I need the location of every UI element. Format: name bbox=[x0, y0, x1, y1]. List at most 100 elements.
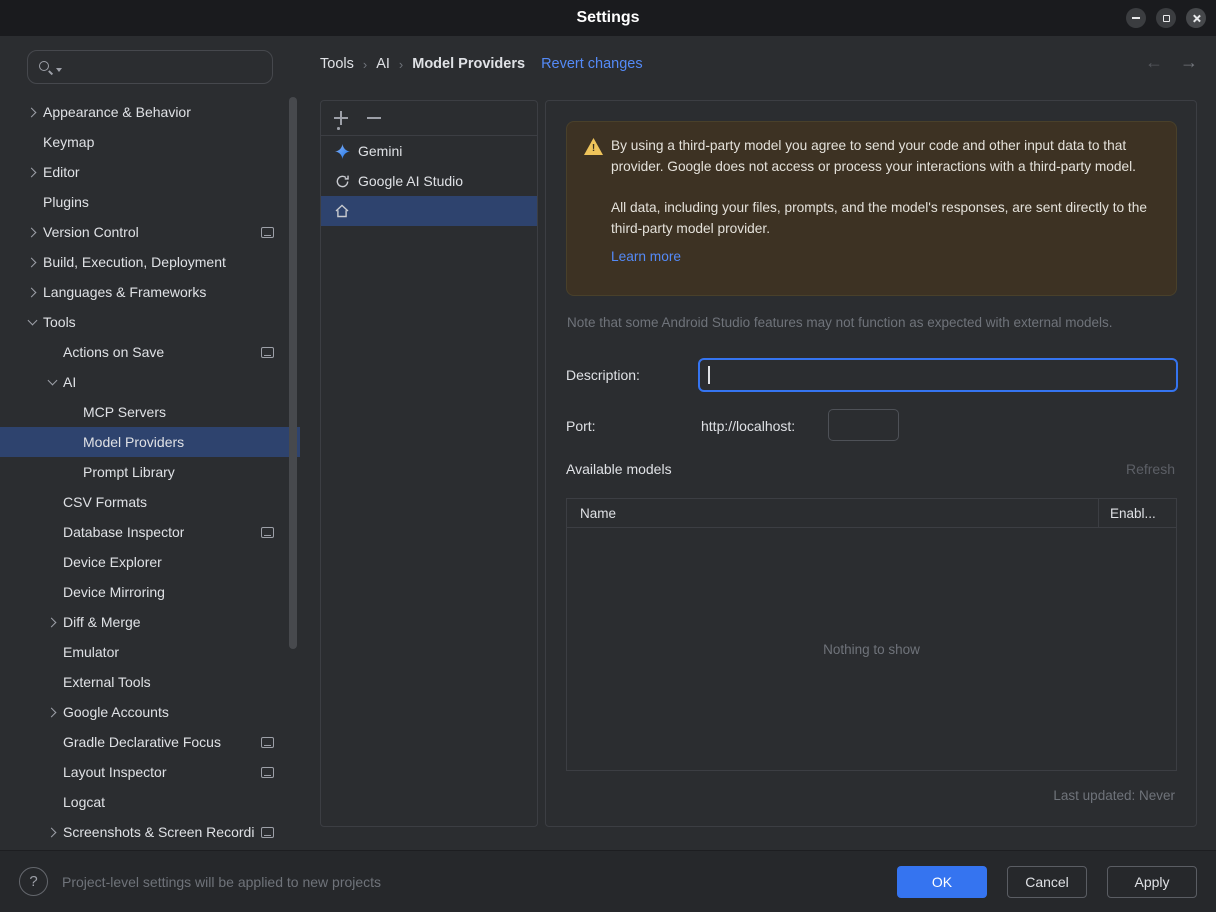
sidebar-item-mcp-servers[interactable]: MCP Servers bbox=[0, 397, 300, 427]
sidebar-item-version-control[interactable]: Version Control bbox=[0, 217, 300, 247]
ok-button[interactable]: OK bbox=[897, 866, 987, 898]
sidebar-item-build-execution-deployment[interactable]: Build, Execution, Deployment bbox=[0, 247, 300, 277]
warning-paragraph-2: All data, including your files, prompts,… bbox=[611, 200, 1147, 236]
port-input[interactable] bbox=[828, 409, 899, 441]
provider-item-new[interactable] bbox=[321, 196, 537, 226]
port-label: Port: bbox=[566, 418, 596, 434]
chevron-down-icon[interactable] bbox=[27, 315, 38, 326]
cancel-button[interactable]: Cancel bbox=[1007, 866, 1087, 898]
chevron-down-icon[interactable] bbox=[47, 375, 58, 386]
available-models-label: Available models bbox=[566, 461, 672, 477]
search-input[interactable] bbox=[65, 51, 272, 83]
maximize-button[interactable] bbox=[1156, 8, 1176, 28]
sidebar-item-device-explorer[interactable]: Device Explorer bbox=[0, 547, 300, 577]
breadcrumb-item-ai[interactable]: AI bbox=[376, 56, 390, 72]
remove-provider-button[interactable] bbox=[367, 111, 382, 126]
google-ai-studio-icon bbox=[334, 173, 350, 189]
minimize-button[interactable] bbox=[1126, 8, 1146, 28]
chevron-slot bbox=[42, 827, 63, 837]
column-header-name[interactable]: Name bbox=[567, 499, 1098, 527]
sidebar-item-label: AI bbox=[63, 374, 77, 390]
refresh-button[interactable]: Refresh bbox=[1126, 461, 1175, 477]
sidebar-item-screenshots-screen-recordi[interactable]: Screenshots & Screen Recordi bbox=[0, 817, 300, 847]
column-header-enabl[interactable]: Enabl... bbox=[1098, 499, 1176, 527]
sidebar-scrollbar[interactable] bbox=[289, 97, 297, 649]
last-updated-text: Last updated: Never bbox=[1053, 788, 1175, 803]
provider-item-google-ai-studio[interactable]: Google AI Studio bbox=[321, 166, 537, 196]
sidebar-item-model-providers[interactable]: Model Providers bbox=[0, 427, 300, 457]
chevron-right-icon[interactable] bbox=[46, 707, 57, 717]
chevron-right-icon[interactable] bbox=[26, 287, 37, 297]
sidebar-item-label: Tools bbox=[43, 314, 76, 330]
sidebar-item-label: Gradle Declarative Focus bbox=[63, 734, 221, 750]
maximize-icon bbox=[1162, 14, 1170, 22]
description-input[interactable] bbox=[698, 358, 1178, 392]
sidebar-item-google-accounts[interactable]: Google Accounts bbox=[0, 697, 300, 727]
sidebar-item-prompt-library[interactable]: Prompt Library bbox=[0, 457, 300, 487]
provider-item-gemini[interactable]: Gemini bbox=[321, 136, 537, 166]
sidebar-item-layout-inspector[interactable]: Layout Inspector bbox=[0, 757, 300, 787]
screen-settings-badge-icon bbox=[261, 827, 274, 838]
sidebar-item-emulator[interactable]: Emulator bbox=[0, 637, 300, 667]
sidebar-item-languages-frameworks[interactable]: Languages & Frameworks bbox=[0, 277, 300, 307]
sidebar-item-label: CSV Formats bbox=[63, 494, 148, 510]
settings-sidebar: Appearance & Behavior Keymap Editor Plugins… bbox=[0, 36, 308, 850]
sidebar-item-external-tools[interactable]: External Tools bbox=[0, 667, 300, 697]
help-button[interactable]: ? bbox=[19, 867, 48, 896]
revert-changes-link[interactable]: Revert changes bbox=[541, 56, 643, 72]
external-models-note: Note that some Android Studio features m… bbox=[567, 315, 1113, 330]
forward-arrow-icon[interactable]: → bbox=[1180, 52, 1198, 73]
sidebar-item-csv-formats[interactable]: CSV Formats bbox=[0, 487, 300, 517]
chevron-right-icon[interactable] bbox=[26, 167, 37, 177]
minimize-icon bbox=[1132, 17, 1140, 19]
sidebar-item-label: Keymap bbox=[43, 134, 95, 150]
history-nav: ← → bbox=[1145, 52, 1198, 73]
add-provider-button[interactable] bbox=[334, 110, 349, 130]
chevron-right-icon[interactable] bbox=[26, 107, 37, 117]
back-arrow-icon[interactable]: ← bbox=[1145, 52, 1163, 73]
sidebar-item-device-mirroring[interactable]: Device Mirroring bbox=[0, 577, 300, 607]
chevron-right-icon[interactable] bbox=[46, 617, 57, 627]
sidebar-item-gradle-declarative-focus[interactable]: Gradle Declarative Focus bbox=[0, 727, 300, 757]
sidebar-item-label: Device Mirroring bbox=[63, 584, 165, 600]
breadcrumb-item-tools[interactable]: Tools bbox=[320, 56, 354, 72]
models-table-body: Nothing to show bbox=[567, 528, 1176, 770]
search-box[interactable] bbox=[27, 50, 273, 84]
sidebar-item-label: Prompt Library bbox=[83, 464, 175, 480]
search-options-caret-icon[interactable] bbox=[56, 68, 62, 72]
apply-button[interactable]: Apply bbox=[1107, 866, 1197, 898]
sidebar-item-tools[interactable]: Tools bbox=[0, 307, 300, 337]
sidebar-item-keymap[interactable]: Keymap bbox=[0, 127, 300, 157]
chevron-slot bbox=[22, 287, 43, 297]
chevron-right-icon[interactable] bbox=[26, 257, 37, 267]
sidebar-item-ai[interactable]: AI bbox=[0, 367, 300, 397]
screen-settings-badge-icon bbox=[261, 227, 274, 238]
model-provider-form: ! By using a third-party model you agree… bbox=[545, 100, 1197, 827]
sidebar-item-logcat[interactable]: Logcat bbox=[0, 787, 300, 817]
settings-window: Settings Appearance & Behavior Keymap Edit… bbox=[0, 0, 1216, 912]
sidebar-item-label: Editor bbox=[43, 164, 80, 180]
sidebar-item-plugins[interactable]: Plugins bbox=[0, 187, 300, 217]
question-mark-icon: ? bbox=[29, 873, 38, 890]
chevron-slot bbox=[22, 315, 43, 326]
screen-settings-badge-icon bbox=[261, 527, 274, 538]
provider-list: Gemini Google AI Studio bbox=[321, 136, 537, 226]
sidebar-item-diff-merge[interactable]: Diff & Merge bbox=[0, 607, 300, 637]
text-caret bbox=[708, 366, 710, 384]
sidebar-item-label: Version Control bbox=[43, 224, 139, 240]
chevron-right-icon[interactable] bbox=[26, 227, 37, 237]
screen-settings-badge-icon bbox=[261, 767, 274, 778]
sidebar-item-actions-on-save[interactable]: Actions on Save bbox=[0, 337, 300, 367]
sidebar-item-label: Build, Execution, Deployment bbox=[43, 254, 226, 270]
sidebar-item-label: Database Inspector bbox=[63, 524, 185, 540]
sidebar-item-label: Actions on Save bbox=[63, 344, 165, 360]
sidebar-item-database-inspector[interactable]: Database Inspector bbox=[0, 517, 300, 547]
sidebar-item-appearance-behavior[interactable]: Appearance & Behavior bbox=[0, 97, 300, 127]
third-party-warning-banner: ! By using a third-party model you agree… bbox=[566, 121, 1177, 296]
sidebar-item-label: Google Accounts bbox=[63, 704, 169, 720]
learn-more-link[interactable]: Learn more bbox=[611, 249, 681, 264]
close-button[interactable] bbox=[1186, 8, 1206, 28]
chevron-right-icon[interactable] bbox=[46, 827, 57, 837]
sidebar-item-editor[interactable]: Editor bbox=[0, 157, 300, 187]
breadcrumb-separator: › bbox=[398, 56, 404, 72]
